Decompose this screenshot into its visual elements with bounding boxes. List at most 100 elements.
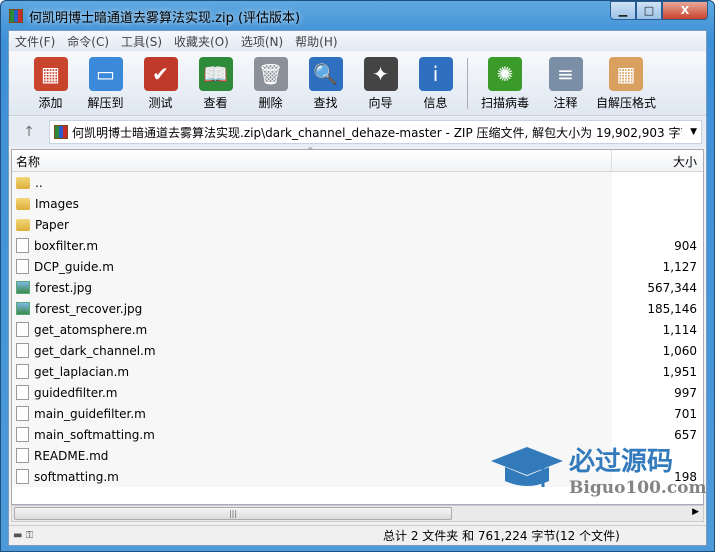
toolbar-label: 测试 [148,96,173,110]
file-name: guidedfilter.m [34,385,118,400]
toolbar-label: 查看 [203,96,228,110]
toolbar: ▦ 添加 ▭ 解压到 ✔ 测试 📖 查看 🗑 删除 🔍 查找 ✦ 向导 i 信息 ✺ 扫描病毒 ≡ 注释 ▦ 自解压格式 [9,52,706,116]
file-name: get_dark_channel.m [34,343,156,358]
wizard-wand-icon: ✦ [363,57,398,91]
test-clipboard-icon: ✔ [143,57,178,91]
status-text: 总计 2 文件夹 和 761,224 字节(12 个文件) [383,529,620,543]
up-arrow-button[interactable]: ↑ [9,124,49,140]
file-name: get_laplacian.m [34,364,130,379]
toolbar-label: 扫描病毒 [480,96,529,110]
toolbar-button[interactable]: ✺ 扫描病毒 [472,52,538,115]
winrar-window: 何凯明博士暗通道去雾算法实现.zip (评估版本) ▁ □ X 文件(F) 命令(… [0,0,715,552]
menu-item[interactable]: 命令(C) [61,31,115,51]
watermark-en: Biguo100.com [569,478,707,498]
file-row[interactable]: get_dark_channel.m 1,060 [12,340,703,361]
file-icon [16,343,29,358]
toolbar-label: 信息 [423,96,448,110]
file-row[interactable]: Paper [12,214,703,235]
file-name: Paper [35,217,69,232]
column-name-label: 名称 [16,155,41,169]
toolbar-button[interactable]: i 信息 [408,52,463,115]
file-name: README.md [34,448,109,463]
file-row[interactable]: Images [12,193,703,214]
toolbar-button[interactable]: 🔍 查找 [298,52,353,115]
toolbar-button[interactable]: 🗑 删除 [243,52,298,115]
view-book-icon: 📖 [198,57,233,91]
path-dropdown-icon[interactable]: ▼ [686,127,701,137]
path-field[interactable]: 何凯明博士暗通道去雾算法实现.zip\dark_channel_dehaze-m… [49,120,702,144]
file-size: 1,951 [662,364,697,379]
column-header-size[interactable]: 大小 [612,150,703,171]
sort-arrow-icon: ^ [307,146,314,155]
file-row[interactable]: get_atomsphere.m 1,114 [12,319,703,340]
toolbar-label: 解压到 [87,96,124,110]
toolbar-button[interactable]: 📖 查看 [188,52,243,115]
toolbar-label: 向导 [368,96,393,110]
graduation-cap-icon [491,446,563,487]
folder-icon [16,218,30,231]
file-size: 997 [674,385,697,400]
toolbar-button[interactable]: ✔ 测试 [133,52,188,115]
drive-key-icon: ▬ ⚿ [13,530,34,541]
file-row[interactable]: main_guidefilter.m 701 [12,403,703,424]
toolbar-label: 删除 [258,96,283,110]
file-icon [16,364,29,379]
file-row[interactable]: forest.jpg 567,344 [12,277,703,298]
file-name: forest_recover.jpg [35,301,143,316]
menu-item[interactable]: 工具(S) [115,31,168,51]
menu-item[interactable]: 选项(N) [235,31,289,51]
file-name: DCP_guide.m [34,259,114,274]
file-row[interactable]: DCP_guide.m 1,127 [12,256,703,277]
file-size: 657 [674,427,697,442]
scroll-right-arrow-icon[interactable]: ▶ [692,507,699,517]
menu-item[interactable]: 文件(F) [9,31,61,51]
scrollbar-thumb[interactable]: ||| [14,507,452,520]
close-button[interactable]: X [662,1,708,20]
menu-item[interactable]: 帮助(H) [289,31,343,51]
column-header-name[interactable]: 名称 ^ [12,146,612,171]
folder-icon [16,176,30,189]
image-file-icon [16,281,30,294]
file-icon [16,427,29,442]
file-name: Images [35,196,79,211]
file-name: main_softmatting.m [34,427,155,442]
file-name: .. [35,175,43,190]
file-icon [16,448,29,463]
file-row[interactable]: forest_recover.jpg 185,146 [12,298,703,319]
watermark-cn: 必过源码 [569,447,674,477]
sfx-box-icon: ▦ [609,57,643,91]
menu-bar: 文件(F) 命令(C) 工具(S) 收藏夹(O) 选项(N) 帮助(H) [9,31,706,51]
toolbar-label: 注释 [553,96,578,110]
toolbar-button[interactable]: ▦ 自解压格式 [593,52,659,115]
minimize-button[interactable]: ▁ [610,1,636,20]
toolbar-button[interactable]: ▭ 解压到 [78,52,133,115]
menu-item[interactable]: 收藏夹(O) [168,31,235,51]
file-row[interactable]: boxfilter.m 904 [12,235,703,256]
file-name: get_atomsphere.m [34,322,148,337]
toolbar-button[interactable]: ≡ 注释 [538,52,593,115]
file-size: 1,060 [662,343,697,358]
file-name: softmatting.m [34,469,119,484]
file-icon [16,259,29,274]
toolbar-button[interactable]: ✦ 向导 [353,52,408,115]
file-row[interactable]: get_laplacian.m 1,951 [12,361,703,382]
watermark-logo: 必过源码 Biguo100.com [491,441,707,498]
file-size: 1,127 [662,259,697,274]
extract-folder-icon: ▭ [88,57,123,91]
window-title: 何凯明博士暗通道去雾算法实现.zip (评估版本) [29,10,301,26]
status-bar: ▬ ⚿ 总计 2 文件夹 和 761,224 字节(12 个文件) [9,525,706,545]
toolbar-label: 自解压格式 [595,96,656,110]
toolbar-separator [467,58,468,109]
file-row[interactable]: .. [12,172,703,193]
winrar-logo-icon [9,9,23,23]
maximize-button[interactable]: □ [636,1,662,20]
file-size: 1,114 [662,322,697,337]
toolbar-label: 添加 [38,96,63,110]
info-icon: i [418,57,453,91]
file-row[interactable]: guidedfilter.m 997 [12,382,703,403]
horizontal-scrollbar[interactable]: ||| ▶ [11,505,704,522]
toolbar-button[interactable]: ▦ 添加 [23,52,78,115]
add-archive-icon: ▦ [33,57,68,91]
file-name: boxfilter.m [34,238,99,253]
comment-icon: ≡ [548,57,583,91]
